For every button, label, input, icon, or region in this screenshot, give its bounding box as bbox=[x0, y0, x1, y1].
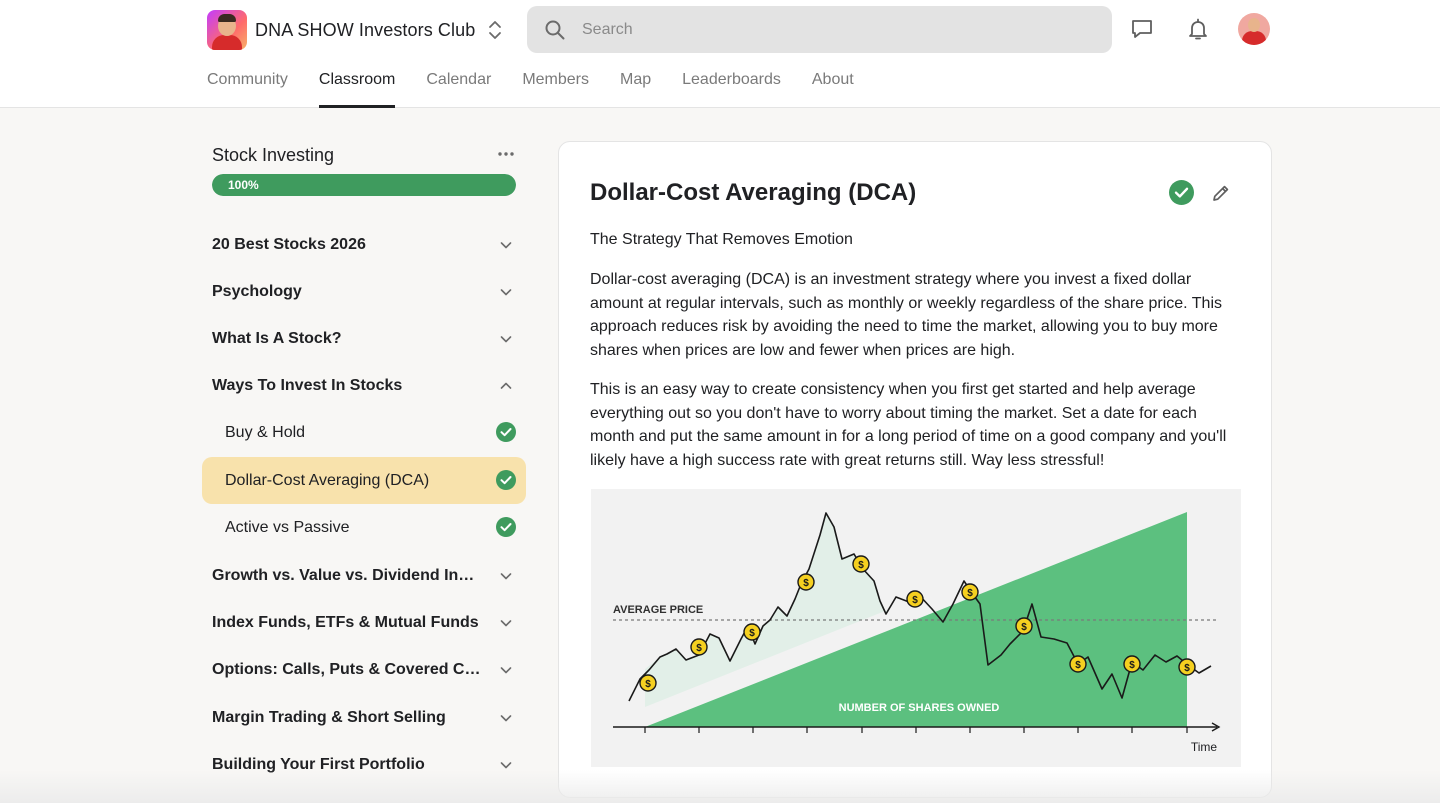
svg-text:$: $ bbox=[645, 679, 651, 690]
svg-text:$: $ bbox=[912, 595, 918, 606]
chevron-down-icon bbox=[500, 573, 512, 580]
search-input[interactable] bbox=[582, 20, 1082, 39]
module-label: Psychology bbox=[212, 282, 302, 300]
module-label: Ways To Invest In Stocks bbox=[212, 376, 403, 394]
more-options-icon[interactable] bbox=[497, 151, 515, 157]
top-header: DNA SHOW Investors Club Community Classr… bbox=[0, 0, 1440, 108]
community-logo bbox=[207, 10, 247, 50]
module-index-funds[interactable]: Index Funds, ETFs & Mutual Funds bbox=[202, 599, 526, 646]
module-label: Margin Trading & Short Selling bbox=[212, 708, 446, 726]
lesson-active-vs-passive[interactable]: Active vs Passive bbox=[202, 504, 526, 551]
module-20-best-stocks[interactable]: 20 Best Stocks 2026 bbox=[202, 221, 526, 268]
progress-label: 100% bbox=[228, 178, 259, 192]
lesson-label: Active vs Passive bbox=[225, 518, 350, 536]
svg-text:$: $ bbox=[803, 578, 809, 589]
module-ways-to-invest[interactable]: Ways To Invest In Stocks bbox=[202, 362, 526, 409]
tab-map[interactable]: Map bbox=[620, 58, 651, 108]
tab-classroom[interactable]: Classroom bbox=[318, 58, 396, 108]
coin-icon: $ bbox=[639, 674, 657, 692]
coin-icon: $ bbox=[743, 623, 761, 641]
coin-icon: $ bbox=[906, 590, 924, 608]
chevron-down-icon bbox=[500, 336, 512, 343]
tab-community[interactable]: Community bbox=[207, 58, 288, 108]
search-bar[interactable] bbox=[527, 6, 1112, 53]
search-icon bbox=[545, 20, 565, 39]
check-circle-icon bbox=[496, 470, 516, 490]
chevron-up-down-icon[interactable] bbox=[484, 18, 506, 42]
shares-owned-label: NUMBER OF SHARES OWNED bbox=[839, 702, 1000, 714]
coin-icon: $ bbox=[1123, 655, 1141, 673]
lesson-label: Dollar-Cost Averaging (DCA) bbox=[225, 471, 430, 489]
svg-text:$: $ bbox=[858, 560, 864, 571]
svg-text:$: $ bbox=[1184, 663, 1190, 674]
check-circle-icon[interactable] bbox=[1169, 180, 1194, 205]
tab-leaderboards[interactable]: Leaderboards bbox=[682, 58, 781, 108]
check-circle-icon bbox=[496, 517, 516, 537]
time-axis-label: Time bbox=[1191, 740, 1218, 754]
course-title: Stock Investing bbox=[212, 145, 335, 165]
svg-text:$: $ bbox=[1021, 622, 1027, 633]
svg-text:$: $ bbox=[696, 643, 702, 654]
module-margin-trading[interactable]: Margin Trading & Short Selling bbox=[202, 694, 526, 741]
dca-illustration: AVERAGE PRICE $ $ $ $ $ $ $ $ $ $ $ NUMB… bbox=[591, 489, 1241, 767]
module-label: 20 Best Stocks 2026 bbox=[212, 235, 366, 253]
lesson-title: Dollar-Cost Averaging (DCA) bbox=[590, 179, 917, 206]
community-name: DNA SHOW Investors Club bbox=[255, 19, 476, 40]
coin-icon: $ bbox=[961, 583, 979, 601]
course-progress-bar: 100% bbox=[212, 174, 516, 196]
svg-text:$: $ bbox=[749, 628, 755, 639]
chevron-down-icon bbox=[500, 620, 512, 627]
lesson-label: Buy & Hold bbox=[225, 423, 306, 441]
community-switcher[interactable]: DNA SHOW Investors Club bbox=[207, 10, 475, 50]
module-label: What Is A Stock? bbox=[212, 329, 342, 347]
module-options[interactable]: Options: Calls, Puts & Covered Calls bbox=[202, 646, 526, 693]
chevron-down-icon bbox=[500, 289, 512, 296]
module-label: Growth vs. Value vs. Dividend Investing bbox=[212, 566, 482, 584]
module-growth-value-dividend[interactable]: Growth vs. Value vs. Dividend Investing bbox=[202, 552, 526, 599]
pencil-icon[interactable] bbox=[1210, 182, 1232, 204]
coin-icon: $ bbox=[797, 573, 815, 591]
module-psychology[interactable]: Psychology bbox=[202, 268, 526, 315]
module-label: Building Your First Portfolio bbox=[212, 755, 425, 773]
coin-icon: $ bbox=[1069, 655, 1087, 673]
module-label: Index Funds, ETFs & Mutual Funds bbox=[212, 613, 479, 631]
svg-text:$: $ bbox=[1075, 660, 1081, 671]
svg-text:$: $ bbox=[967, 588, 973, 599]
module-first-portfolio[interactable]: Building Your First Portfolio bbox=[202, 741, 526, 788]
coin-icon: $ bbox=[1015, 617, 1033, 635]
coin-icon: $ bbox=[690, 638, 708, 656]
chevron-down-icon bbox=[500, 242, 512, 249]
module-label: Options: Calls, Puts & Covered Calls bbox=[212, 660, 482, 678]
svg-text:$: $ bbox=[1129, 660, 1135, 671]
check-circle-icon bbox=[496, 422, 516, 442]
axis-ticks bbox=[644, 727, 1188, 733]
lesson-dollar-cost-averaging[interactable]: Dollar-Cost Averaging (DCA) bbox=[202, 457, 526, 504]
chat-icon[interactable] bbox=[1129, 16, 1155, 42]
coin-icon: $ bbox=[1178, 658, 1196, 676]
tab-members[interactable]: Members bbox=[522, 58, 589, 108]
user-avatar[interactable] bbox=[1238, 13, 1270, 45]
chevron-down-icon bbox=[500, 762, 512, 769]
chevron-up-icon bbox=[500, 382, 512, 389]
tab-about[interactable]: About bbox=[812, 58, 854, 108]
chevron-down-icon bbox=[500, 715, 512, 722]
lesson-paragraph: This is an easy way to create consistenc… bbox=[590, 381, 1227, 470]
main-tabs: Community Classroom Calendar Members Map… bbox=[207, 58, 885, 108]
lesson-buy-and-hold[interactable]: Buy & Hold bbox=[202, 409, 526, 456]
chevron-down-icon bbox=[500, 667, 512, 674]
tab-calendar[interactable]: Calendar bbox=[426, 58, 491, 108]
lesson-paragraph: Dollar-cost averaging (DCA) is an invest… bbox=[590, 271, 1222, 360]
bell-icon[interactable] bbox=[1185, 16, 1211, 42]
lesson-subtitle: The Strategy That Removes Emotion bbox=[590, 231, 853, 248]
dca-illustration-graphic: AVERAGE PRICE $ $ $ $ $ $ $ $ $ $ $ NUMB… bbox=[613, 512, 1221, 754]
module-what-is-a-stock[interactable]: What Is A Stock? bbox=[202, 315, 526, 362]
average-price-label: AVERAGE PRICE bbox=[613, 604, 703, 616]
lesson-content-card: Dollar-Cost Averaging (DCA) The Strategy… bbox=[558, 141, 1272, 798]
coin-icon: $ bbox=[852, 555, 870, 573]
